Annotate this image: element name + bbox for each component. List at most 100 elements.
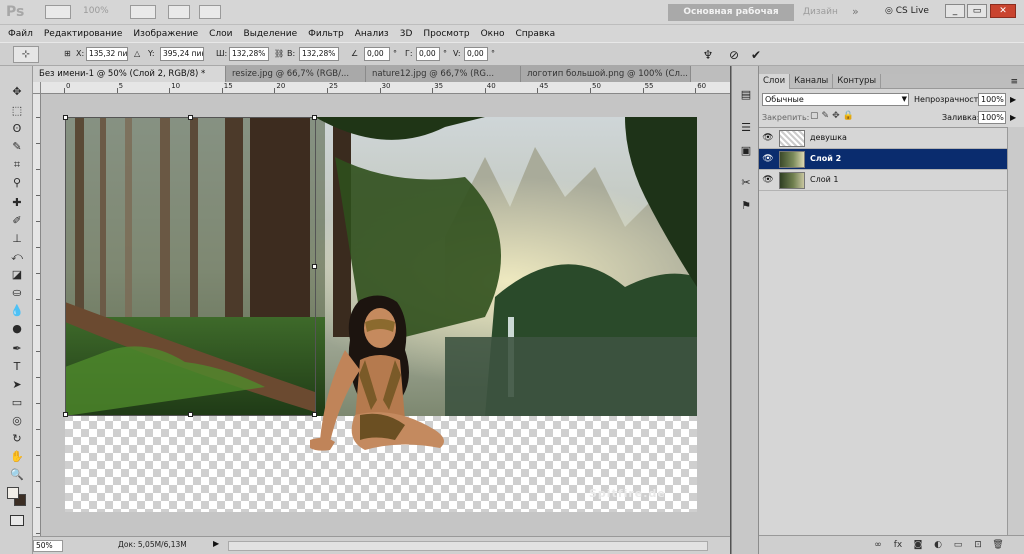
clone-stamp-tool-icon[interactable]: ⊥ — [8, 231, 26, 247]
eyedropper-tool-icon[interactable]: ⚲ — [8, 175, 26, 191]
type-tool-icon[interactable]: T — [8, 359, 26, 375]
eye-icon[interactable]: 👁 — [762, 175, 774, 186]
vertical-ruler[interactable] — [33, 94, 41, 536]
transform-handle-top-left[interactable] — [63, 115, 68, 120]
menu-help[interactable]: Справка — [515, 29, 555, 39]
layer-style-icon[interactable]: fx — [891, 539, 905, 551]
horizontal-scrollbar[interactable] — [228, 541, 708, 551]
tools-presets-icon[interactable]: ✂ — [738, 176, 754, 190]
layer-row-girl[interactable]: 👁 девушка — [759, 128, 1007, 149]
new-layer-icon[interactable]: ⊡ — [971, 539, 985, 551]
transform-handle-bottom-left[interactable] — [63, 412, 68, 417]
new-group-icon[interactable]: ▭ — [951, 539, 965, 551]
tab-nature12[interactable]: nature12.jpg @ 66,7% (RG... — [366, 66, 521, 82]
horizontal-ruler[interactable]: 0 5 10 15 20 25 30 35 40 45 50 55 60 — [41, 82, 730, 94]
marquee-tool-icon[interactable]: ⬚ — [8, 103, 26, 119]
x-position-field[interactable]: 135,32 пикс — [86, 47, 128, 61]
relative-position-icon[interactable]: △ — [134, 49, 140, 58]
vertical-skew-field[interactable]: 0,00 — [464, 47, 488, 61]
zoom-tool-icon[interactable]: 🔍 — [8, 467, 26, 483]
history-panel-icon[interactable]: ☰ — [738, 121, 754, 135]
lock-transparency-icon[interactable]: ▢ — [810, 111, 822, 121]
healing-brush-tool-icon[interactable]: ✚ — [8, 195, 26, 211]
layer-row-layer-2[interactable]: 👁 Слой 2 — [759, 149, 1007, 170]
status-zoom-field[interactable]: 50% — [33, 540, 63, 552]
workspace-essentials-button[interactable]: Основная рабочая среда — [668, 4, 794, 34]
girl-layer[interactable] — [305, 290, 455, 470]
adjustment-layer-icon[interactable]: ◐ — [931, 539, 945, 551]
link-proportions-icon[interactable]: ⛓ — [274, 49, 284, 58]
lock-pixels-icon[interactable]: ✎ — [822, 111, 833, 121]
transform-handle-top-right[interactable] — [312, 115, 317, 120]
eye-icon[interactable]: 👁 — [762, 133, 774, 144]
3d-rotate-tool-icon[interactable]: ◎ — [8, 413, 26, 429]
add-mask-icon[interactable]: ◙ — [911, 539, 925, 551]
tab-layers[interactable]: Слои — [759, 74, 791, 89]
quick-mask-icon[interactable] — [10, 515, 24, 526]
eraser-tool-icon[interactable]: ◪ — [8, 267, 26, 283]
fill-field[interactable]: 100% — [978, 111, 1006, 124]
workspace-design-button[interactable]: Дизайн — [803, 7, 838, 17]
menu-edit[interactable]: Редактирование — [44, 29, 123, 39]
layer-row-layer-1[interactable]: 👁 Слой 1 — [759, 170, 1007, 191]
tab-resize[interactable]: resize.jpg @ 66,7% (RGB/... — [226, 66, 366, 82]
screen-mode-icon[interactable] — [199, 5, 221, 19]
view-extras-icon[interactable] — [130, 5, 156, 19]
close-button[interactable]: ✕ — [990, 4, 1016, 18]
canvas-area[interactable]: Spitfire.de — [41, 94, 730, 536]
horizontal-skew-field[interactable]: 0,00 — [416, 47, 440, 61]
transform-handle-bottom-right[interactable] — [312, 412, 317, 417]
height-scale-field[interactable]: 132,28% — [299, 47, 339, 61]
tab-channels[interactable]: Каналы — [790, 74, 834, 89]
tool-preset-picker[interactable]: ⊹ — [13, 46, 39, 63]
transform-bounding-box[interactable] — [63, 115, 317, 417]
move-tool-icon[interactable]: ✥ — [8, 84, 26, 100]
tab-document-1[interactable]: Без имени-1 @ 50% (Слой 2, RGB/8) * — [33, 66, 226, 82]
warp-mode-icon[interactable]: ♆ — [700, 47, 716, 63]
reference-point-icon[interactable]: ⊞ — [64, 49, 71, 58]
panel-menu-icon[interactable]: ≡ — [1010, 77, 1018, 87]
brush-tool-icon[interactable]: ✐ — [8, 213, 26, 229]
menu-image[interactable]: Изображение — [133, 29, 198, 39]
crop-tool-icon[interactable]: ⌗ — [8, 157, 26, 173]
transform-handle-right[interactable] — [312, 264, 317, 269]
menu-3d[interactable]: 3D — [400, 29, 413, 39]
restore-button[interactable]: ▭ — [967, 4, 987, 18]
menu-layer[interactable]: Слои — [209, 29, 232, 39]
blur-tool-icon[interactable]: 💧 — [8, 303, 26, 319]
shape-tool-icon[interactable]: ▭ — [8, 395, 26, 411]
cs-live-button[interactable]: ◎ CS Live — [885, 6, 929, 16]
eye-icon[interactable]: 👁 — [762, 154, 774, 165]
width-scale-field[interactable]: 132,28% — [229, 47, 269, 61]
transform-handle-top[interactable] — [188, 115, 193, 120]
menu-view[interactable]: Просмотр — [423, 29, 469, 39]
tab-paths[interactable]: Контуры — [833, 74, 882, 89]
lasso-tool-icon[interactable]: ʘ — [8, 121, 26, 137]
paint-bucket-tool-icon[interactable]: ⛀ — [8, 285, 26, 301]
hand-tool-icon[interactable]: ✋ — [8, 449, 26, 465]
layer-list-scrollbar[interactable] — [1007, 127, 1024, 535]
tab-logo[interactable]: логотип большой.png @ 100% (Сл... — [521, 66, 691, 82]
y-position-field[interactable]: 395,24 пикс — [160, 47, 204, 61]
menu-filter[interactable]: Фильтр — [308, 29, 344, 39]
menu-analysis[interactable]: Анализ — [355, 29, 389, 39]
commit-transform-icon[interactable]: ✔ — [748, 47, 764, 63]
pen-tool-icon[interactable]: ✒ — [8, 341, 26, 357]
menu-window[interactable]: Окно — [481, 29, 505, 39]
lock-all-icon[interactable]: 🔒 — [843, 111, 857, 121]
status-menu-arrow-icon[interactable]: ▶ — [213, 539, 219, 548]
more-workspaces-button[interactable]: » — [852, 5, 859, 18]
minimize-button[interactable]: _ — [945, 4, 965, 18]
menu-file[interactable]: Файл — [8, 29, 33, 39]
lock-position-icon[interactable]: ✥ — [832, 111, 843, 121]
opacity-field[interactable]: 100% — [978, 93, 1006, 106]
quick-selection-tool-icon[interactable]: ✎ — [8, 139, 26, 155]
3d-orbit-tool-icon[interactable]: ↻ — [8, 431, 26, 447]
arrange-documents-icon[interactable] — [168, 5, 190, 19]
ruler-origin[interactable] — [33, 82, 41, 94]
actions-panel-icon[interactable]: ▣ — [738, 144, 754, 158]
foreground-color-swatch[interactable] — [7, 487, 19, 499]
link-layers-icon[interactable]: ∞ — [871, 539, 885, 551]
delete-layer-icon[interactable]: 🗑 — [991, 539, 1005, 551]
menu-select[interactable]: Выделение — [244, 29, 298, 39]
